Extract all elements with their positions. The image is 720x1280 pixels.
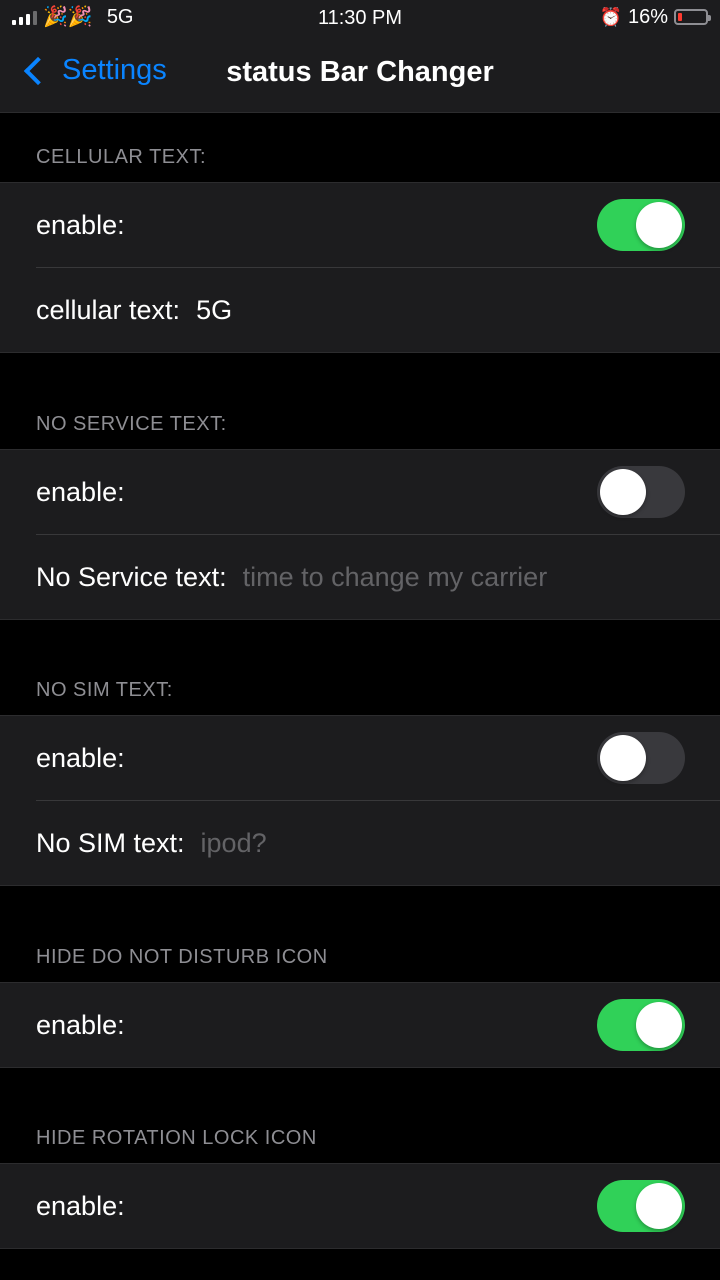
section-header-hide-rotation-lock-icon: HIDE ROTATION LOCK ICON <box>36 1127 317 1149</box>
battery-percent: 16% <box>627 6 668 28</box>
no-service-text-field[interactable] <box>242 561 663 593</box>
row-no-sim-enable: enable: <box>0 716 720 800</box>
cellular-text-field[interactable] <box>196 294 617 326</box>
group-cellular-text: enable: cellular text: <box>0 182 720 353</box>
group-no-service-text: enable: No Service text: <box>0 449 720 620</box>
no-service-text-label: No Service text: <box>36 561 227 592</box>
hide-rotation-lock-icon-enable-toggle[interactable] <box>597 1180 685 1232</box>
group-hide-rotation-lock-icon: enable: <box>0 1163 720 1249</box>
group-hide-dnd-icon: enable: <box>0 982 720 1068</box>
group-no-sim-text: enable: No SIM text: <box>0 715 720 886</box>
alarm-clock-icon: ⏰ <box>599 7 622 27</box>
status-bar: 🎉🎉 5G 11:30 PM ⏰ 16% <box>0 0 720 36</box>
row-hide-rotation-lock-enable: enable: <box>0 1164 720 1248</box>
enable-label: enable: <box>36 209 125 240</box>
enable-label: enable: <box>36 1009 125 1040</box>
cellular-text-label: cellular text: <box>36 294 181 325</box>
no-sim-text-label: No SIM text: <box>36 827 185 858</box>
row-no-service-enable: enable: <box>0 450 720 534</box>
section-header-hide-dnd-icon: HIDE DO NOT DISTURB ICON <box>36 946 328 968</box>
row-cellular-enable: enable: <box>0 183 720 267</box>
row-cellular-text: cellular text: <box>36 267 720 352</box>
section-header-no-sim-text: NO SIM TEXT: <box>36 679 173 701</box>
hide-dnd-icon-enable-toggle[interactable] <box>597 999 685 1051</box>
battery-level-fill <box>678 13 682 21</box>
navigation-bar: Settings status Bar Changer <box>0 36 720 113</box>
row-no-service-text: No Service text: <box>36 534 720 619</box>
enable-label: enable: <box>36 742 125 773</box>
row-no-sim-text: No SIM text: <box>36 800 720 885</box>
battery-icon <box>674 9 711 25</box>
section-header-no-service-text: NO SERVICE TEXT: <box>36 413 227 435</box>
no-sim-text-field[interactable] <box>200 827 621 859</box>
cellular-text-enable-toggle[interactable] <box>597 199 685 251</box>
no-service-text-enable-toggle[interactable] <box>597 466 685 518</box>
page-title: status Bar Changer <box>226 56 494 88</box>
no-sim-text-enable-toggle[interactable] <box>597 732 685 784</box>
enable-label: enable: <box>36 476 125 507</box>
enable-label: enable: <box>36 1190 125 1221</box>
section-header-cellular-text: CELLULAR TEXT: <box>36 146 207 168</box>
row-hide-dnd-enable: enable: <box>0 983 720 1067</box>
